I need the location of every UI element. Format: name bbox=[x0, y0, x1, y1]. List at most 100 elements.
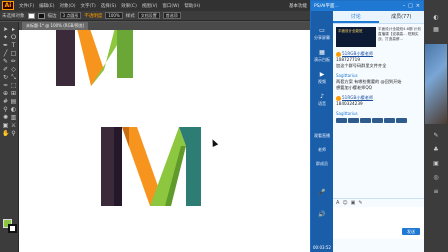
menu-file[interactable]: 文件(F) bbox=[19, 3, 34, 9]
emoji-image[interactable] bbox=[336, 118, 347, 123]
emoji-image[interactable] bbox=[384, 118, 395, 123]
opacity-field[interactable]: 100% bbox=[105, 12, 123, 19]
pen-tool-icon[interactable]: ✒ bbox=[2, 42, 9, 49]
symbol-sprayer-tool-icon[interactable]: ✺ bbox=[2, 114, 9, 121]
send-button[interactable]: 发送 bbox=[402, 228, 420, 235]
message-sender[interactable]: Sagittarius bbox=[336, 111, 422, 116]
mesh-tool-icon[interactable]: # bbox=[2, 98, 9, 105]
share-screen-button[interactable]: ▭ 分享屏幕 bbox=[311, 27, 333, 41]
maximize-icon[interactable]: □ bbox=[408, 3, 413, 9]
lasso-tool-icon[interactable]: ⵔ bbox=[10, 34, 17, 41]
close-icon[interactable]: × bbox=[416, 3, 420, 9]
menu-type[interactable]: 文字(T) bbox=[81, 3, 96, 9]
eraser-tool-icon[interactable]: ◇ bbox=[10, 66, 17, 73]
paintbrush-tool-icon[interactable]: ✎ bbox=[2, 58, 9, 65]
video-label: 视频 bbox=[318, 79, 326, 84]
tab-members[interactable]: 成员(77) bbox=[379, 11, 425, 23]
menu-edit[interactable]: 编辑(E) bbox=[39, 3, 54, 9]
scale-tool-icon[interactable]: ⤡ bbox=[10, 74, 17, 81]
color-panel-icon[interactable]: ◐ bbox=[432, 14, 440, 22]
workspace-switcher[interactable]: 基本功能 bbox=[289, 3, 307, 9]
illustrator-logo: Ai bbox=[2, 1, 14, 10]
artboard-canvas[interactable] bbox=[19, 30, 310, 252]
message-list: 51RGB小樱老师 108727719 加这个群号码群里文件齐全 Sagitta… bbox=[336, 51, 422, 127]
symbols-icon[interactable]: ♣ bbox=[432, 146, 440, 154]
edit-icon[interactable]: ✎ bbox=[358, 200, 362, 206]
logo-m-top[interactable] bbox=[56, 30, 133, 86]
group-chat-window: PS/AI平面... – □ × ▭ 分享屏幕 ▦ 演示白板 ▶ 视频 ♪ 语音… bbox=[310, 0, 424, 252]
m-left-shade bbox=[114, 127, 122, 206]
members-button[interactable]: 群成员 bbox=[311, 161, 333, 167]
type-tool-icon[interactable]: T bbox=[10, 42, 17, 49]
share-screen-label: 分享屏幕 bbox=[314, 35, 330, 40]
document-tab-strip: 未标题-1* @ 100% (RGB/预览) bbox=[19, 22, 310, 30]
selection-tool-icon[interactable]: ➤ bbox=[2, 26, 9, 33]
blend-tool-icon[interactable]: ◐ bbox=[10, 106, 17, 113]
hand-tool-icon[interactable]: ✋ bbox=[2, 130, 9, 137]
opacity-link[interactable]: 不透明度 bbox=[84, 13, 102, 19]
preferences-button[interactable]: 首选项 bbox=[162, 12, 181, 19]
font-icon[interactable]: A bbox=[336, 200, 339, 206]
pencil-tool-icon[interactable]: ✏ bbox=[10, 58, 17, 65]
teacher-button[interactable]: 老师 bbox=[311, 147, 333, 153]
menu-select[interactable]: 选择(S) bbox=[101, 3, 116, 9]
document-tab[interactable]: 未标题-1* @ 100% (RGB/预览) bbox=[22, 22, 89, 30]
appearance-icon[interactable]: ◎ bbox=[432, 174, 440, 182]
members-label: 群成员 bbox=[316, 161, 328, 166]
panel-dock: ◐ ▦ ✎ ♣ ▣ ◎ ≡ bbox=[424, 0, 448, 252]
brushes-icon[interactable]: ✎ bbox=[432, 132, 440, 140]
tab-discussion[interactable]: 讨论 bbox=[333, 11, 379, 23]
minimize-icon[interactable]: – bbox=[403, 3, 406, 9]
swatches-icon[interactable]: ▦ bbox=[432, 26, 440, 34]
menu-window[interactable]: 窗口(W) bbox=[162, 3, 179, 9]
width-tool-icon[interactable]: ≈ bbox=[2, 82, 9, 89]
mic-button[interactable]: 🎤 bbox=[311, 189, 333, 197]
menu-help[interactable]: 帮助(H) bbox=[184, 3, 200, 9]
gradient-tool-icon[interactable]: ▤ bbox=[10, 98, 17, 105]
slice-tool-icon[interactable]: ⚔ bbox=[10, 122, 17, 129]
session-timer: 00:03:52 bbox=[313, 245, 331, 250]
free-transform-tool-icon[interactable]: ⬚ bbox=[10, 82, 17, 89]
stroke-swatch-control[interactable] bbox=[37, 12, 45, 19]
perspective-grid-tool-icon[interactable]: ⊞ bbox=[10, 90, 17, 97]
artboard-tool-icon[interactable]: ▣ bbox=[2, 122, 9, 129]
stroke-color-swatch[interactable] bbox=[8, 224, 17, 233]
share-screen-icon: ▭ bbox=[319, 27, 325, 34]
direct-selection-tool-icon[interactable]: ▸ bbox=[10, 26, 17, 33]
video-button[interactable]: ▶ 视频 bbox=[311, 71, 333, 85]
shape-builder-tool-icon[interactable]: ⊕ bbox=[2, 90, 9, 97]
fill-swatch-control[interactable] bbox=[27, 12, 35, 19]
document-setup-button[interactable]: 文档设置 bbox=[137, 12, 160, 19]
magic-wand-tool-icon[interactable]: ✦ bbox=[2, 34, 9, 41]
m-orange-shade bbox=[122, 127, 129, 147]
layers-icon[interactable]: ≡ bbox=[432, 188, 440, 196]
graphic-styles-icon[interactable]: ▣ bbox=[432, 160, 440, 168]
zoom-tool-icon[interactable]: ⚲ bbox=[10, 130, 17, 137]
watch-live-button[interactable]: 观看直播 bbox=[311, 133, 333, 139]
message-input[interactable]: 发送 bbox=[333, 207, 424, 239]
logo-m-main[interactable] bbox=[101, 127, 201, 206]
chat-titlebar[interactable]: PS/AI平面... – □ × bbox=[311, 1, 423, 11]
voice-button[interactable]: ♪ 语音 bbox=[311, 93, 333, 107]
emoji-image[interactable] bbox=[396, 118, 407, 123]
stroke-weight-field[interactable]: 3 点圆形 bbox=[59, 12, 82, 19]
message-sender[interactable]: Sagittarius bbox=[336, 73, 422, 78]
emoji-image[interactable] bbox=[348, 118, 359, 123]
emoji-image[interactable] bbox=[372, 118, 383, 123]
blob-brush-tool-icon[interactable]: ✐ bbox=[2, 66, 9, 73]
menu-view[interactable]: 视图(V) bbox=[142, 3, 158, 9]
column-graph-tool-icon[interactable]: ▥ bbox=[10, 114, 17, 121]
rotate-tool-icon[interactable]: ↻ bbox=[2, 74, 9, 81]
control-bar: 未选择对象 描边 3 点圆形 不透明度 100% 样式 文档设置 首选项 bbox=[0, 11, 310, 21]
emoji-icon[interactable]: ☺ bbox=[342, 200, 347, 206]
menu-object[interactable]: 对象(O) bbox=[59, 3, 75, 9]
menu-effect[interactable]: 效果(C) bbox=[121, 3, 137, 9]
eyedropper-tool-icon[interactable]: ⚲ bbox=[2, 106, 9, 113]
course-banner[interactable]: 平面设计全能班 平面设计全能班4.6期 计划直播课【逆袭高... 短期实战，打造… bbox=[336, 27, 421, 49]
rectangle-tool-icon[interactable]: □ bbox=[10, 50, 17, 57]
line-tool-icon[interactable]: ╱ bbox=[2, 50, 9, 57]
whiteboard-button[interactable]: ▦ 演示白板 bbox=[311, 49, 333, 63]
image-icon[interactable]: ▣ bbox=[351, 200, 356, 206]
speaker-button[interactable]: 🔊 bbox=[311, 211, 333, 219]
emoji-image[interactable] bbox=[360, 118, 371, 123]
